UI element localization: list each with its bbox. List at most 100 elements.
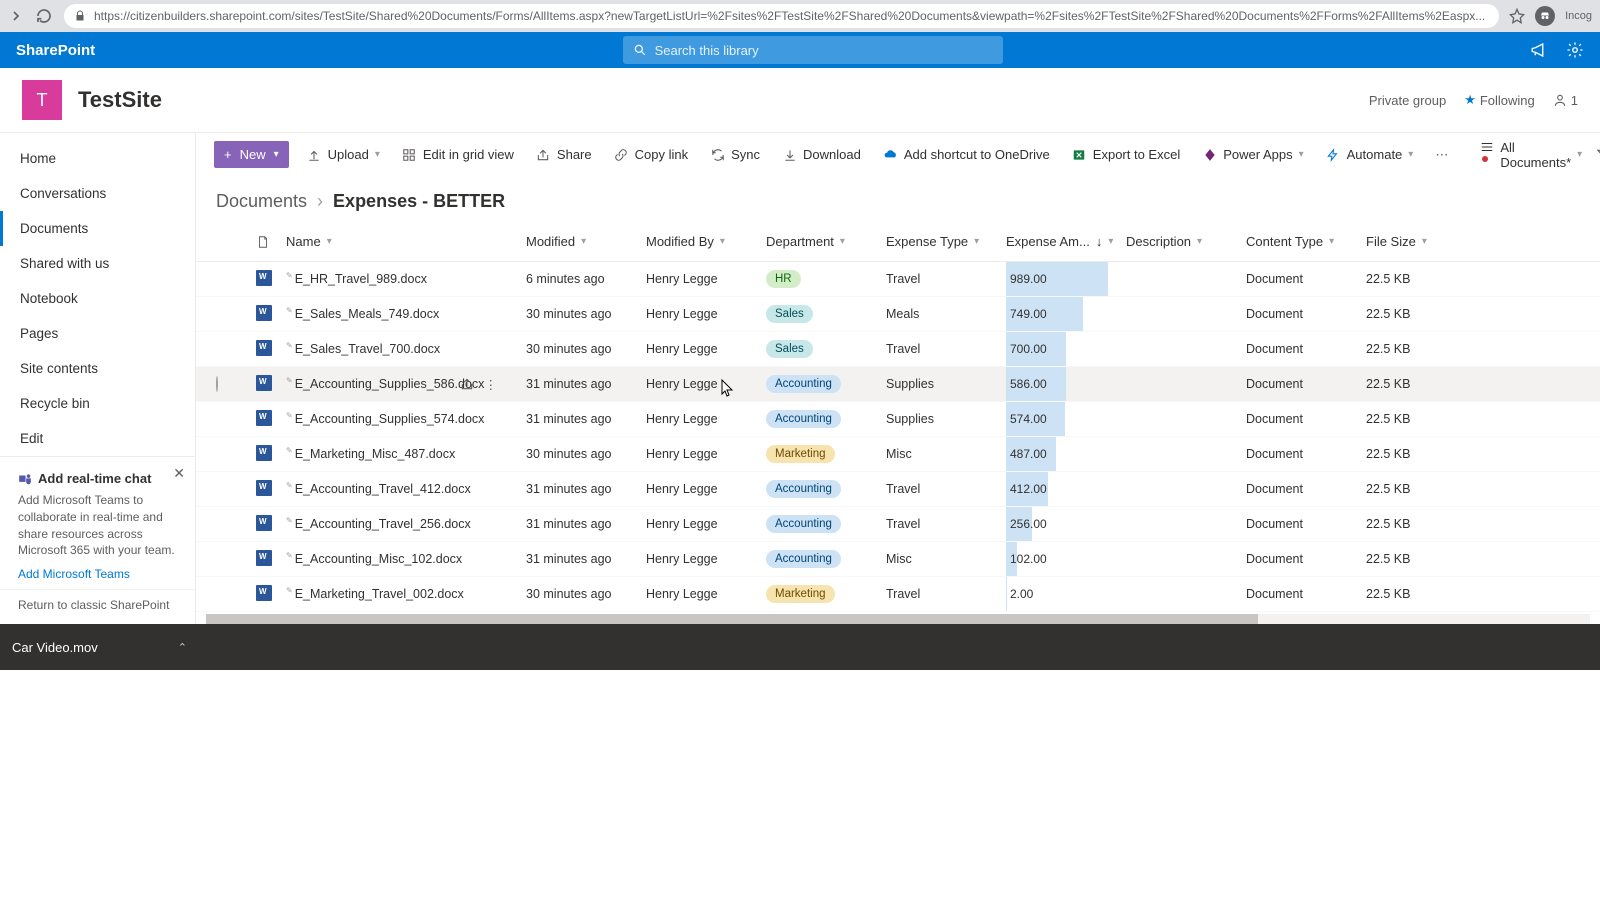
cell-modified-by[interactable]: Henry Legge <box>646 307 766 321</box>
incognito-badge[interactable] <box>1535 6 1555 26</box>
browser-forward-icon[interactable] <box>8 8 26 24</box>
search-input[interactable] <box>655 43 993 58</box>
site-title[interactable]: TestSite <box>78 87 162 113</box>
nav-item-site-contents[interactable]: Site contents <box>0 351 195 386</box>
file-name-link[interactable]: ✎E_HR_Travel_989.docx <box>286 271 427 286</box>
edit-grid-button[interactable]: Edit in grid view <box>398 143 518 166</box>
download-button[interactable]: Download <box>778 143 865 166</box>
nav-item-home[interactable]: Home <box>0 141 195 176</box>
cell-file-size: 22.5 KB <box>1366 587 1446 601</box>
return-classic-link[interactable]: Return to classic SharePoint <box>0 589 195 624</box>
cell-modified-by[interactable]: Henry Legge <box>646 272 766 286</box>
new-button[interactable]: + New ▾ <box>214 141 289 168</box>
cell-modified-by[interactable]: Henry Legge <box>646 552 766 566</box>
column-header-file-size[interactable]: File Size▾ <box>1366 234 1446 249</box>
chevron-up-icon[interactable]: ⌃ <box>178 641 187 654</box>
table-row[interactable]: ✎E_Marketing_Travel_002.docx ⋮ 30 minute… <box>196 577 1600 612</box>
table-row[interactable]: ✎E_HR_Travel_989.docx ⋮ 6 minutes ago He… <box>196 262 1600 297</box>
power-apps-button[interactable]: Power Apps ▾ <box>1198 143 1307 166</box>
file-name-link[interactable]: ✎E_Sales_Meals_749.docx <box>286 306 439 321</box>
copy-link-button[interactable]: Copy link <box>610 143 692 166</box>
browser-reload-icon[interactable] <box>36 8 54 24</box>
nav-item-recycle-bin[interactable]: Recycle bin <box>0 386 195 421</box>
row-select-radio[interactable] <box>216 376 218 392</box>
file-name-link[interactable]: ✎E_Accounting_Supplies_574.docx <box>286 411 484 426</box>
table-row[interactable]: ✎E_Accounting_Travel_412.docx ⋮ 31 minut… <box>196 472 1600 507</box>
power-apps-label: Power Apps <box>1223 147 1292 162</box>
link-icon <box>614 147 629 162</box>
bookmark-star-icon[interactable] <box>1509 8 1525 24</box>
column-header-expense-type[interactable]: Expense Type▾ <box>886 234 1006 249</box>
file-name-link[interactable]: ✎E_Accounting_Travel_412.docx <box>286 481 471 496</box>
view-name-label: All Documents* <box>1500 140 1571 170</box>
cell-modified-by[interactable]: Henry Legge <box>646 587 766 601</box>
file-name-link[interactable]: ✎E_Marketing_Travel_002.docx <box>286 586 464 601</box>
breadcrumb-root[interactable]: Documents <box>216 191 307 212</box>
nav-item-edit[interactable]: Edit <box>0 421 195 456</box>
cell-modified-by[interactable]: Henry Legge <box>646 447 766 461</box>
cell-file-size: 22.5 KB <box>1366 307 1446 321</box>
download-icon <box>782 147 797 162</box>
cell-department: Accounting <box>766 480 886 498</box>
search-box[interactable] <box>623 36 1003 64</box>
cell-expense-amount: 700.00 <box>1006 332 1126 366</box>
horizontal-scrollbar[interactable] <box>206 614 1590 624</box>
nav-item-conversations[interactable]: Conversations <box>0 176 195 211</box>
more-commands-button[interactable]: ⋯ <box>1431 143 1452 167</box>
cell-modified-by[interactable]: Henry Legge <box>646 482 766 496</box>
more-row-icon[interactable]: ⋮ <box>484 377 497 392</box>
column-header-name[interactable]: Name▾ <box>286 234 526 249</box>
file-name-link[interactable]: ✎E_Sales_Travel_700.docx <box>286 341 440 356</box>
column-header-modified-by[interactable]: Modified By▾ <box>646 234 766 249</box>
column-header-expense-amount[interactable]: Expense Am...↓▾ <box>1006 234 1126 249</box>
site-logo[interactable]: T <box>22 80 62 120</box>
following-button[interactable]: ★ Following <box>1464 92 1535 108</box>
nav-item-documents[interactable]: Documents <box>0 211 195 246</box>
file-name-link[interactable]: ✎E_Accounting_Travel_256.docx <box>286 516 471 531</box>
column-header-content-type[interactable]: Content Type▾ <box>1246 234 1366 249</box>
download-item[interactable]: Car Video.mov ⌃ <box>12 640 187 655</box>
cell-modified-by[interactable]: Henry Legge <box>646 377 766 391</box>
add-shortcut-button[interactable]: Add shortcut to OneDrive <box>879 143 1054 166</box>
word-file-icon <box>256 480 272 496</box>
table-row[interactable]: ✎E_Accounting_Supplies_586.docx ⋮ 31 min… <box>196 367 1600 402</box>
table-row[interactable]: ✎E_Marketing_Misc_487.docx ⋮ 30 minutes … <box>196 437 1600 472</box>
suite-bar: SharePoint <box>0 32 1600 68</box>
members-button[interactable]: 1 <box>1553 93 1578 108</box>
column-header-description[interactable]: Description▾ <box>1126 234 1246 249</box>
share-button[interactable]: Share <box>532 143 596 166</box>
url-bar[interactable]: https://citizenbuilders.sharepoint.com/s… <box>64 4 1499 28</box>
column-header-modified[interactable]: Modified▾ <box>526 234 646 249</box>
nav-item-pages[interactable]: Pages <box>0 316 195 351</box>
table-row[interactable]: ✎E_Accounting_Travel_256.docx ⋮ 31 minut… <box>196 507 1600 542</box>
file-name-link[interactable]: ✎E_Accounting_Supplies_586.docx <box>286 376 484 391</box>
settings-gear-icon[interactable] <box>1566 41 1584 59</box>
table-row[interactable]: ✎E_Sales_Meals_749.docx ⋮ 30 minutes ago… <box>196 297 1600 332</box>
table-row[interactable]: ✎E_Accounting_Supplies_574.docx ⋮ 31 min… <box>196 402 1600 437</box>
table-row[interactable]: ✎E_Accounting_Misc_102.docx ⋮ 31 minutes… <box>196 542 1600 577</box>
table-row[interactable]: ✎E_Sales_Travel_700.docx ⋮ 30 minutes ag… <box>196 332 1600 367</box>
cell-modified-by[interactable]: Henry Legge <box>646 517 766 531</box>
file-name-link[interactable]: ✎E_Marketing_Misc_487.docx <box>286 446 455 461</box>
sync-label: Sync <box>731 147 760 162</box>
share-row-icon[interactable] <box>460 377 474 392</box>
view-selector[interactable]: All Documents* ▾ <box>1480 140 1582 170</box>
megaphone-icon[interactable] <box>1530 41 1548 59</box>
file-name-link[interactable]: ✎E_Accounting_Misc_102.docx <box>286 551 462 566</box>
teams-card-link[interactable]: Add Microsoft Teams <box>18 567 177 581</box>
export-excel-button[interactable]: Export to Excel <box>1068 143 1184 166</box>
close-icon[interactable]: ✕ <box>173 465 185 482</box>
sync-button[interactable]: Sync <box>706 143 764 166</box>
share-icon <box>536 147 551 162</box>
automate-button[interactable]: Automate ▾ <box>1322 143 1418 166</box>
main-content: + New ▾ Upload ▾ Edit in grid view Share… <box>196 133 1600 624</box>
nav-item-notebook[interactable]: Notebook <box>0 281 195 316</box>
column-header-department[interactable]: Department▾ <box>766 234 886 249</box>
sharepoint-brand[interactable]: SharePoint <box>16 42 95 59</box>
nav-item-shared-with-us[interactable]: Shared with us <box>0 246 195 281</box>
upload-button[interactable]: Upload ▾ <box>303 143 384 166</box>
filter-icon[interactable] <box>1596 147 1600 163</box>
cell-modified-by[interactable]: Henry Legge <box>646 342 766 356</box>
cell-modified-by[interactable]: Henry Legge <box>646 412 766 426</box>
column-header-filetype[interactable] <box>256 235 286 249</box>
